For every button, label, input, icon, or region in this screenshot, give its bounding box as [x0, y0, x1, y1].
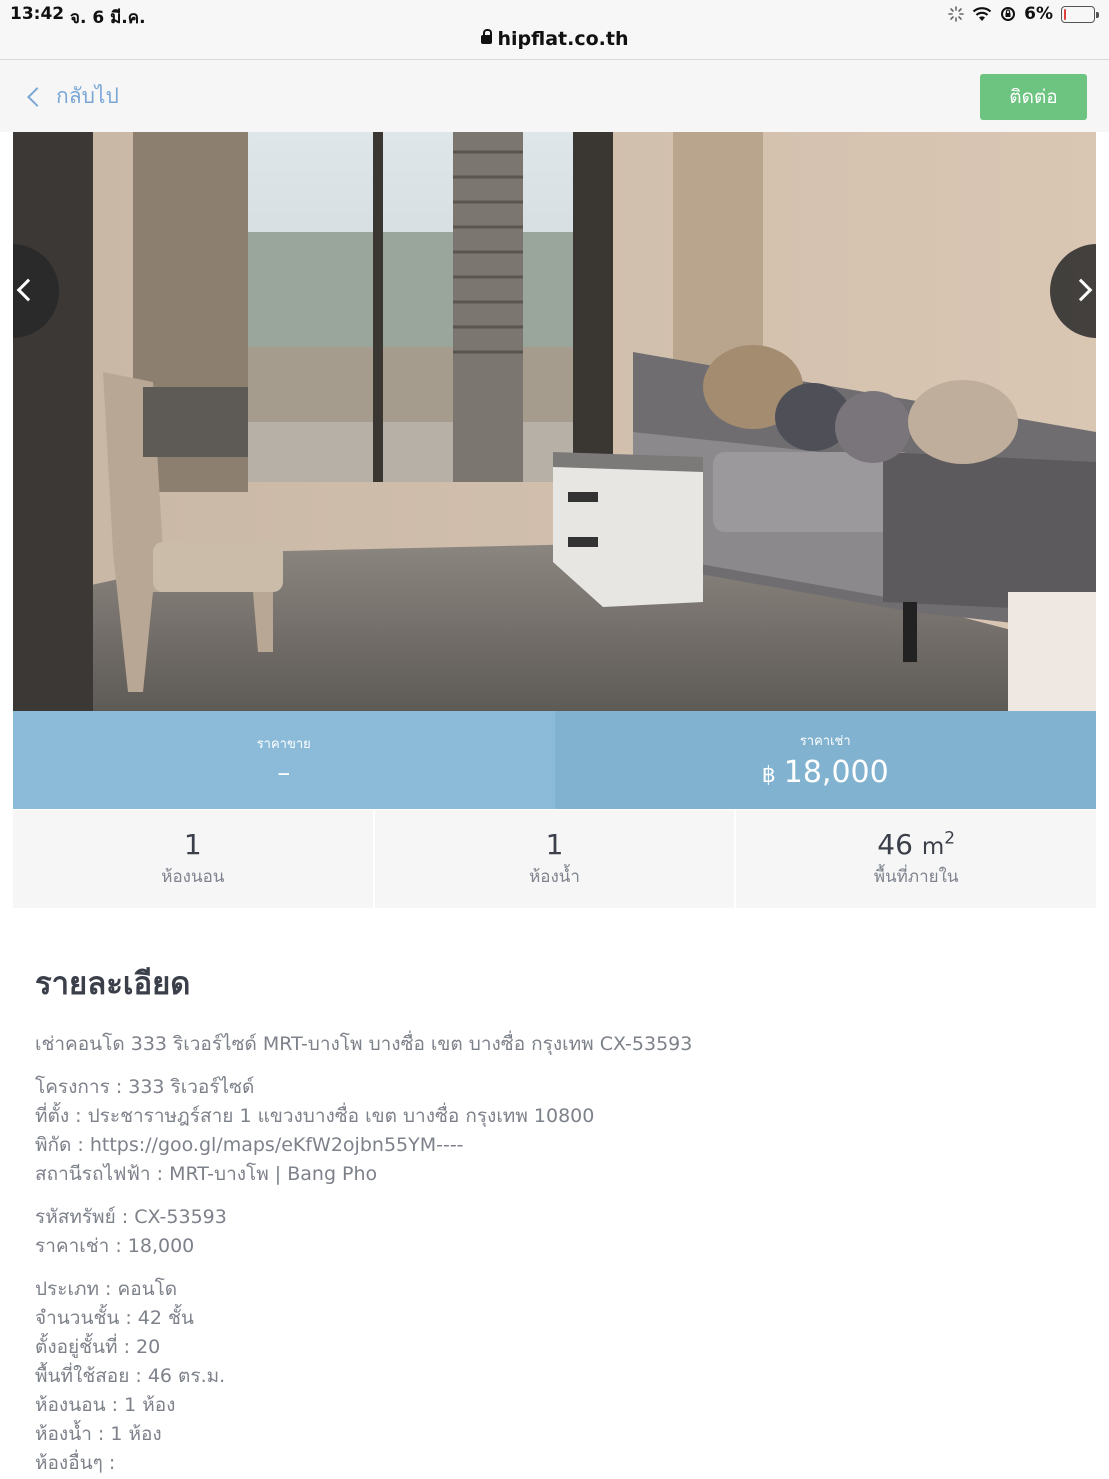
back-label: กลับไป	[56, 84, 119, 108]
chevron-left-icon	[16, 278, 40, 302]
chevron-right-icon	[1069, 278, 1093, 302]
details-heading: รายละเอียด	[35, 966, 191, 1002]
detail-line: โครงการ : 333 ริเวอร์ไซด์	[35, 1076, 255, 1098]
listing-photo[interactable]	[13, 132, 1096, 711]
stat-area: 46 m2 พื้นที่ภายใน	[736, 810, 1097, 908]
property-stats: 1 ห้องนอน 1 ห้องน้ำ 46 m2 พื้นที่ภายใน	[13, 810, 1097, 908]
detail-line: ห้องอื่นๆ :	[35, 1452, 116, 1474]
area-value-wrap: 46 m2	[877, 828, 955, 861]
details-body: เช่าคอนโด 333 ริเวอร์ไซด์ MRT-บางโพ บางซ…	[35, 1030, 1075, 1478]
rent-price-value: 18,000	[783, 755, 889, 790]
address-bar[interactable]: hipflat.co.th	[0, 28, 1109, 50]
detail-line: ตั้งอยู่ชั้นที่ : 20	[35, 1336, 161, 1358]
stat-bedrooms: 1 ห้องนอน	[13, 810, 373, 908]
area-label: พื้นที่ภายใน	[873, 867, 959, 887]
stat-bathrooms: 1 ห้องน้ำ	[374, 810, 735, 908]
wifi-icon	[972, 7, 992, 21]
contact-button[interactable]: ติดต่อ	[980, 74, 1087, 120]
back-button[interactable]: กลับไป	[24, 80, 119, 113]
bedrooms-value: 1	[183, 828, 202, 861]
status-indicators: 6%	[948, 4, 1099, 24]
detail-line: ห้องน้ำ : 1 ห้อง	[35, 1423, 162, 1445]
detail-line: ประเภท : คอนโด	[35, 1278, 178, 1300]
price-band: ราคาขาย – ราคาเช่า ฿ 18,000	[13, 711, 1096, 809]
sale-price-value: –	[277, 757, 291, 788]
status-bar: 13:42 จ. 6 มี.ค. 6% hipflat.co.th	[0, 0, 1109, 60]
top-nav: กลับไป ติดต่อ	[0, 60, 1109, 132]
area-unit: m	[921, 834, 945, 860]
chevron-left-icon	[27, 86, 47, 107]
battery-percent: 6%	[1024, 4, 1053, 24]
bathrooms-label: ห้องน้ำ	[529, 867, 580, 887]
detail-line: ห้องนอน : 1 ห้อง	[35, 1394, 176, 1416]
area-unit-sup: 2	[944, 828, 956, 849]
lock-icon	[480, 29, 492, 44]
baht-symbol: ฿	[761, 763, 776, 788]
url-text: hipflat.co.th	[497, 28, 629, 50]
living-room-photo	[13, 132, 1096, 711]
detail-line: เช่าคอนโด 333 ริเวอร์ไซด์ MRT-บางโพ บางซ…	[35, 1033, 693, 1055]
bedrooms-label: ห้องนอน	[161, 867, 225, 887]
detail-line: ราคาเช่า : 18,000	[35, 1235, 195, 1257]
sale-price-box: ราคาขาย –	[13, 711, 555, 809]
detail-line: รหัสทรัพย์ : CX-53593	[35, 1206, 227, 1228]
detail-line: ที่ตั้ง : ประชาราษฎร์สาย 1 แขวงบางซื่อ เ…	[35, 1105, 595, 1127]
bathrooms-value: 1	[545, 828, 564, 861]
detail-line: พื้นที่ใช้สอย : 46 ตร.ม.	[35, 1365, 226, 1387]
detail-line: จำนวนชั้น : 42 ชั้น	[35, 1307, 194, 1329]
area-value: 46	[877, 828, 913, 861]
detail-line: สถานีรถไฟฟ้า : MRT-บางโพ | Bang Pho	[35, 1163, 378, 1185]
status-date: จ. 6 มี.ค.	[70, 8, 146, 28]
orientation-lock-icon	[1001, 7, 1016, 21]
rent-price-label: ราคาเช่า	[799, 734, 851, 749]
details-section: รายละเอียด เช่าคอนโด 333 ริเวอร์ไซด์ MRT…	[35, 958, 1075, 1478]
detail-line: พิกัด : https://goo.gl/maps/eKfW2ojbn55Y…	[35, 1134, 464, 1156]
rent-price-box: ราคาเช่า ฿ 18,000	[554, 711, 1096, 809]
status-time: 13:42	[10, 4, 65, 24]
sale-price-label: ราคาขาย	[256, 736, 311, 752]
loading-icon	[948, 6, 964, 22]
battery-icon	[1061, 5, 1099, 23]
